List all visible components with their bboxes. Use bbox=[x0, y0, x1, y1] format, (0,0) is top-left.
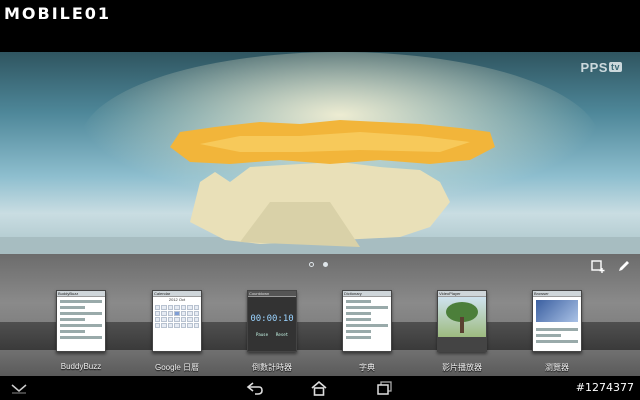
widget-dictionary[interactable]: Dictionary 字典 bbox=[319, 290, 415, 376]
mobile01-watermark: MOBILE01 bbox=[4, 2, 111, 24]
edit-pencil-icon[interactable] bbox=[616, 258, 632, 274]
watermark-brand: MOBILE01 bbox=[4, 3, 112, 23]
page-dot-2-active[interactable] bbox=[323, 262, 328, 267]
countdown-time: 00:00:10 bbox=[250, 313, 294, 324]
widget-browser[interactable]: Browser 瀏覽器 bbox=[509, 290, 605, 376]
hide-keyboard-chevron-icon[interactable] bbox=[8, 379, 30, 397]
watermark-post-tag: #1274377 bbox=[575, 381, 634, 394]
pause-button[interactable]: Pause bbox=[256, 332, 268, 337]
recent-apps-icon[interactable] bbox=[374, 379, 396, 397]
video-player-thumbnail[interactable]: VideoPlayer bbox=[437, 290, 487, 352]
widget-label: BuddyBuzz bbox=[60, 362, 102, 371]
widget-video-player[interactable]: VideoPlayer 影片播放器 bbox=[414, 290, 510, 376]
explosion-scene bbox=[0, 52, 640, 254]
pps-tv-logo: PPS tv bbox=[580, 60, 622, 75]
widget-panel: BuddyBuzz BuddyBuzz Calendar 2012 Oct Go… bbox=[0, 254, 640, 376]
calendar-thumbnail[interactable]: Calendar 2012 Oct bbox=[152, 290, 202, 352]
widget-label: 影片播放器 bbox=[442, 363, 482, 372]
buddybuzz-thumbnail[interactable]: BuddyBuzz bbox=[56, 290, 106, 352]
dictionary-thumbnail[interactable]: Dictionary bbox=[342, 290, 392, 352]
browser-thumbnail[interactable]: Browser bbox=[532, 290, 582, 352]
page-dot-1[interactable] bbox=[309, 262, 314, 267]
system-navigation-bar: #1274377 bbox=[0, 376, 640, 400]
page-indicator bbox=[309, 262, 328, 267]
widget-list: BuddyBuzz BuddyBuzz Calendar 2012 Oct Go… bbox=[0, 290, 640, 376]
countdown-thumbnail[interactable]: Countdown 00:00:10 Pause Reset bbox=[247, 290, 297, 352]
back-arrow-icon[interactable] bbox=[244, 379, 266, 397]
widget-countdown[interactable]: Countdown 00:00:10 Pause Reset 倒數計時器 bbox=[224, 290, 320, 376]
screen: MOBILE01 PPS tv BuddyBuzz BuddyBuzz Cale… bbox=[0, 0, 640, 400]
widget-buddybuzz[interactable]: BuddyBuzz BuddyBuzz bbox=[33, 290, 129, 376]
widget-label: 字典 bbox=[359, 363, 375, 372]
widget-label: 倒數計時器 bbox=[252, 363, 292, 372]
widget-label: 瀏覽器 bbox=[545, 363, 569, 372]
widget-google-calendar[interactable]: Calendar 2012 Oct Google 日曆 bbox=[129, 290, 225, 376]
video-player-area[interactable]: PPS tv bbox=[0, 52, 640, 254]
reset-button[interactable]: Reset bbox=[276, 332, 288, 337]
panel-actions bbox=[590, 258, 632, 274]
widget-label: Google 日曆 bbox=[154, 363, 200, 372]
home-icon[interactable] bbox=[308, 379, 330, 397]
add-widget-icon[interactable] bbox=[590, 258, 606, 274]
